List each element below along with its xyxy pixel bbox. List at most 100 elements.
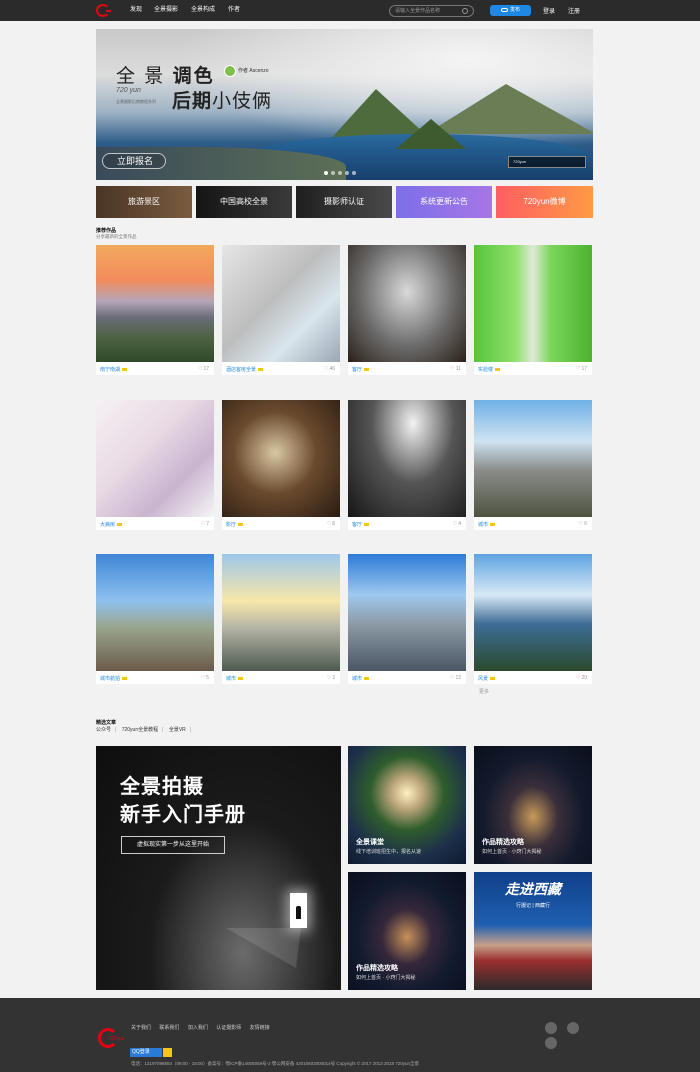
- tab-wechat[interactable]: 公众号: [96, 727, 111, 733]
- work-thumbnail[interactable]: [348, 554, 466, 671]
- author-avatar[interactable]: [224, 65, 236, 77]
- footer-link-friends[interactable]: 友情链接: [250, 1025, 270, 1031]
- work-title[interactable]: 酒店客房全景: [226, 366, 264, 373]
- article-tile[interactable]: 全景课堂 线下培训班招生中，报名从速: [348, 746, 466, 864]
- category-scenic[interactable]: 旅游景区: [96, 186, 192, 218]
- category-system-notice[interactable]: 系统更新公告: [396, 186, 492, 218]
- tile-subtitle: 线下培训班招生中，报名从速: [356, 849, 422, 855]
- work-card[interactable]: 实验楼 ♡17: [474, 245, 592, 375]
- work-thumbnail[interactable]: [474, 554, 592, 671]
- category-universities[interactable]: 中国高校全景: [196, 186, 292, 218]
- like-count[interactable]: ♡13: [450, 675, 461, 681]
- like-count[interactable]: ♡11: [450, 366, 461, 372]
- work-title[interactable]: 城市: [478, 521, 496, 528]
- heart-icon: ♡: [575, 366, 581, 372]
- carousel-dot[interactable]: [345, 171, 349, 175]
- work-thumbnail[interactable]: [474, 245, 592, 362]
- article-tile[interactable]: 作品精选攻略 如何上首页 · 小窍门大揭秘: [348, 872, 466, 990]
- feature-article[interactable]: 全景拍摄 新手入门手册 虚拟现实第一步从这里开始: [96, 746, 341, 990]
- carousel-dot[interactable]: [324, 171, 328, 175]
- like-count[interactable]: ♡8: [327, 521, 335, 527]
- heart-icon: ♡: [197, 366, 203, 372]
- work-card[interactable]: 客厅 ♡11: [348, 245, 466, 375]
- work-title[interactable]: 实验楼: [478, 366, 501, 373]
- work-thumbnail[interactable]: [348, 400, 466, 517]
- feature-title-line2: 新手入门手册: [120, 804, 246, 826]
- carousel-dot[interactable]: [338, 171, 342, 175]
- banner-author: 作者 Ascenzo: [238, 68, 269, 74]
- carousel-dot[interactable]: [331, 171, 335, 175]
- nav-panorama-compose[interactable]: 全景构成: [191, 6, 215, 15]
- work-thumbnail[interactable]: [96, 245, 214, 362]
- login-link[interactable]: 登录: [543, 6, 555, 15]
- tile-subtitle: 如何上首页 · 小窍门大揭秘: [356, 975, 416, 981]
- work-thumbnail[interactable]: [222, 245, 340, 362]
- publish-button[interactable]: 发布: [490, 5, 531, 16]
- category-photographer-cert[interactable]: 摄影师认证: [296, 186, 392, 218]
- work-card[interactable]: 城市 ♡6: [474, 400, 592, 530]
- work-title[interactable]: 风景: [478, 675, 496, 682]
- qq-login-button[interactable]: QQ登录: [130, 1048, 162, 1057]
- like-count[interactable]: ♡6: [579, 521, 587, 527]
- register-link[interactable]: 注册: [568, 6, 580, 15]
- work-card[interactable]: 影厅 ♡8: [222, 400, 340, 530]
- like-count[interactable]: ♡20: [576, 675, 587, 681]
- door-light-beam: [226, 928, 301, 968]
- work-title[interactable]: 大病房: [100, 521, 123, 528]
- logo-icon[interactable]: [96, 4, 111, 17]
- like-count[interactable]: ♡4: [453, 521, 461, 527]
- work-card[interactable]: 风景 ♡20: [474, 554, 592, 684]
- wechat-icon[interactable]: [545, 1022, 557, 1034]
- work-title[interactable]: 城市: [352, 675, 370, 682]
- weibo-icon[interactable]: [567, 1022, 579, 1034]
- work-thumbnail[interactable]: [474, 400, 592, 517]
- work-title[interactable]: 影厅: [226, 521, 244, 528]
- article-tile-tibet[interactable]: 走进西藏 行摄记 | 西藏行: [474, 872, 592, 990]
- like-count[interactable]: ♡17: [576, 366, 587, 372]
- nav-discover[interactable]: 发现: [130, 6, 142, 15]
- nav-authors[interactable]: 作者: [228, 6, 240, 15]
- tile-title: 作品精选攻略: [482, 839, 524, 846]
- search-icon[interactable]: [462, 8, 468, 14]
- work-title[interactable]: 南宁南湖: [100, 366, 128, 373]
- tab-vr[interactable]: 全景VR: [169, 727, 186, 733]
- article-tile[interactable]: 作品精选攻略 如何上首页 · 小窍门大揭秘: [474, 746, 592, 864]
- like-count[interactable]: ♡5: [201, 675, 209, 681]
- like-count[interactable]: ♡7: [201, 521, 209, 527]
- category-weibo[interactable]: 720yun微博: [496, 186, 593, 218]
- like-count[interactable]: ♡46: [324, 366, 335, 372]
- work-thumbnail[interactable]: [222, 554, 340, 671]
- work-title[interactable]: 城市航拍: [100, 675, 128, 682]
- work-title[interactable]: 客厅: [352, 521, 370, 528]
- more-link[interactable]: 更多: [479, 688, 489, 695]
- crown-icon: [238, 677, 244, 680]
- footer-info: 电话：13197098884（09:00 - 18:00）备案号：鄂ICP备14…: [131, 1061, 419, 1066]
- tab-tutorial[interactable]: 720yun全景教程: [122, 727, 158, 733]
- carousel-dot[interactable]: [352, 171, 356, 175]
- footer-link-join[interactable]: 加入我们: [188, 1025, 208, 1031]
- work-card[interactable]: 大病房 ♡7: [96, 400, 214, 530]
- work-title[interactable]: 城市: [226, 675, 244, 682]
- work-thumbnail[interactable]: [348, 245, 466, 362]
- like-count[interactable]: ♡3: [327, 675, 335, 681]
- work-card[interactable]: 城市航拍 ♡5: [96, 554, 214, 684]
- footer-link-contact[interactable]: 联系我们: [159, 1025, 179, 1031]
- work-thumbnail[interactable]: [96, 554, 214, 671]
- work-thumbnail[interactable]: [222, 400, 340, 517]
- work-card[interactable]: 城市 ♡3: [222, 554, 340, 684]
- like-count[interactable]: ♡17: [198, 366, 209, 372]
- footer-link-about[interactable]: 关于我们: [131, 1025, 151, 1031]
- work-card[interactable]: 客厅 ♡4: [348, 400, 466, 530]
- banner-signup-button[interactable]: 立即报名: [102, 153, 166, 169]
- feature-start-button[interactable]: 虚拟现实第一步从这里开始: [121, 836, 225, 854]
- search-input[interactable]: 请输入全景作品名称: [389, 5, 474, 17]
- work-title[interactable]: 客厅: [352, 366, 370, 373]
- hero-banner[interactable]: 全 景 调色 后期小伎俩 作者 Ascenzo 720 yun 全景摄影后期教程…: [96, 29, 593, 180]
- footer-link-cert[interactable]: 认证摄影师: [216, 1025, 241, 1031]
- work-thumbnail[interactable]: [96, 400, 214, 517]
- qq-icon[interactable]: [545, 1037, 557, 1049]
- work-card[interactable]: 酒店客房全景 ♡46: [222, 245, 340, 375]
- work-card[interactable]: 南宁南湖 ♡17: [96, 245, 214, 375]
- work-card[interactable]: 城市 ♡13: [348, 554, 466, 684]
- nav-panorama-photo[interactable]: 全景摄影: [154, 6, 178, 15]
